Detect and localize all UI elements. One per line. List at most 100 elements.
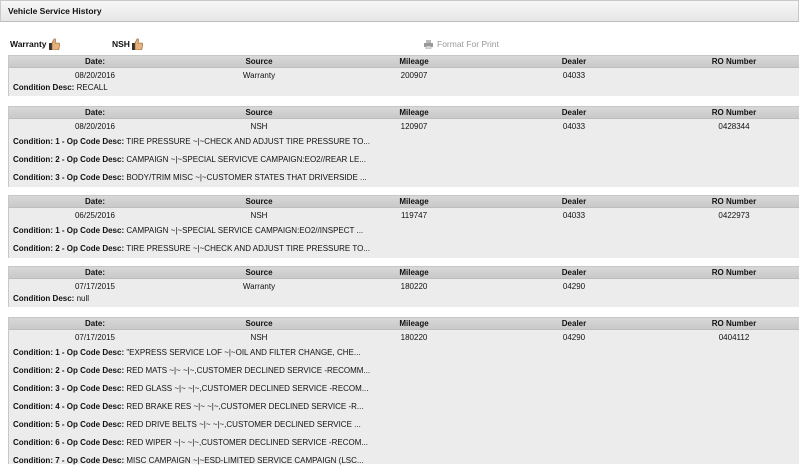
record-ro-number: 0422973 — [718, 211, 750, 220]
condition-row: Condition: 7 - Op Code Desc: MISC CAMPAI… — [9, 453, 799, 471]
condition-row: Condition: 3 - Op Code Desc: BODY/TRIM M… — [9, 170, 799, 188]
thumb-icon — [48, 38, 60, 51]
condition-text: "EXPRESS SERVICE LOF ~|~OIL AND FILTER C… — [126, 348, 361, 357]
header-mileage: Mileage — [399, 196, 429, 206]
header-dealer: Dealer — [561, 267, 587, 277]
header-ro-number: RO Number — [711, 196, 757, 206]
condition-label: Condition: 5 - Op Code Desc: — [13, 420, 125, 429]
condition-text: BODY/TRIM MISC ~|~CUSTOMER STATES THAT D… — [126, 173, 367, 182]
record-dealer: 04033 — [562, 211, 586, 220]
thumb-icon — [131, 38, 143, 51]
legend-nsh-label: NSH — [112, 39, 130, 49]
record-source: NSH — [250, 122, 268, 131]
header-ro-number: RO Number — [711, 267, 757, 277]
condition-text: RED MATS ~|~ ~|~,CUSTOMER DECLINED SERVI… — [126, 366, 371, 375]
condition-row: Condition: 2 - Op Code Desc: RED MATS ~|… — [9, 363, 799, 381]
header-mileage: Mileage — [399, 267, 429, 277]
record-date: 06/25/2016 — [74, 211, 116, 220]
record-mileage: 180220 — [400, 282, 428, 291]
condition-label: Condition: 3 - Op Code Desc: — [13, 173, 125, 182]
condition-row: Condition: 1 - Op Code Desc: "EXPRESS SE… — [9, 345, 799, 363]
condition-row: Condition: 1 - Op Code Desc: TIRE PRESSU… — [9, 134, 799, 152]
header-source: Source — [245, 107, 273, 117]
format-for-print-link[interactable]: Format For Print — [424, 39, 499, 49]
record-date: 08/20/2016 — [74, 71, 116, 80]
record-header: Date: Source Mileage Dealer RO Number — [9, 107, 799, 119]
condition-row: Condition: 2 - Op Code Desc: TIRE PRESSU… — [9, 241, 799, 259]
condition-label: Condition: 3 - Op Code Desc: — [13, 384, 125, 393]
condition-row: Condition: 5 - Op Code Desc: RED DRIVE B… — [9, 417, 799, 435]
legend-warranty-label: Warranty — [10, 39, 47, 49]
condition-label: Condition: 2 - Op Code Desc: — [13, 155, 125, 164]
header-ro-number: RO Number — [711, 107, 757, 117]
condition-text: RED WIPER ~|~ ~|~,CUSTOMER DECLINED SERV… — [126, 438, 369, 447]
condition-label: Condition: 1 - Op Code Desc: — [13, 348, 125, 357]
condition-desc-value: RECALL — [76, 83, 108, 92]
service-record: Date: Source Mileage Dealer RO Number 06… — [8, 195, 799, 258]
condition-row: Condition: 6 - Op Code Desc: RED WIPER ~… — [9, 435, 799, 453]
window-titlebar: Vehicle Service History — [0, 0, 799, 22]
record-mileage: 200907 — [400, 71, 428, 80]
header-source: Source — [245, 267, 273, 277]
record-mileage: 119747 — [400, 211, 428, 220]
record-header: Date: Source Mileage Dealer RO Number — [9, 196, 799, 208]
record-header: Date: Source Mileage Dealer RO Number — [9, 56, 799, 68]
record-source: Warranty — [242, 71, 276, 80]
record-source: NSH — [250, 333, 268, 342]
record-ro-number: 0404112 — [718, 333, 750, 342]
record-ro-number: 0428344 — [718, 122, 750, 131]
header-date: Date: — [84, 107, 105, 117]
condition-text: TIRE PRESSURE ~|~CHECK AND ADJUST TIRE P… — [126, 244, 370, 253]
record-date: 07/17/2015 — [74, 282, 116, 291]
condition-desc-label: Condition Desc: — [13, 83, 75, 92]
legend-warranty: Warranty — [10, 38, 60, 51]
record-dealer: 04033 — [562, 122, 586, 131]
condition-text: CAMPAIGN ~|~SPECIAL SERVICVE CAMPAIGN:EO… — [126, 155, 366, 164]
record-source: NSH — [250, 211, 268, 220]
record-mileage: 180220 — [400, 333, 428, 342]
condition-label: Condition: 6 - Op Code Desc: — [13, 438, 125, 447]
record-summary: 07/17/2015 NSH 180220 04290 0404112 — [9, 330, 799, 345]
header-date: Date: — [84, 196, 105, 206]
record-summary: 07/17/2015 Warranty 180220 04290 — [9, 279, 799, 294]
condition-text: RED BRAKE RES ~|~ ~|~,CUSTOMER DECLINED … — [126, 402, 364, 411]
condition-row: Condition: 1 - Op Code Desc: CAMPAIGN ~|… — [9, 223, 799, 241]
record-source: Warranty — [242, 282, 276, 291]
record-dealer: 04290 — [562, 282, 586, 291]
condition-label: Condition: 4 - Op Code Desc: — [13, 402, 125, 411]
record-summary: 08/20/2016 NSH 120907 04033 0428344 — [9, 119, 799, 134]
format-for-print-label: Format For Print — [437, 39, 499, 49]
record-dealer: 04290 — [562, 333, 586, 342]
condition-text: CAMPAIGN ~|~SPECIAL SERVICE CAMPAIGN:EO2… — [126, 226, 364, 235]
condition-row: Condition: 3 - Op Code Desc: RED GLASS ~… — [9, 381, 799, 399]
record-summary: 08/20/2016 Warranty 200907 04033 — [9, 68, 799, 83]
header-dealer: Dealer — [561, 318, 587, 328]
condition-desc-label: Condition Desc: — [13, 294, 75, 303]
service-record: Date: Source Mileage Dealer RO Number 07… — [8, 266, 799, 307]
printer-icon — [424, 39, 433, 49]
record-date: 08/20/2016 — [74, 122, 116, 131]
condition-desc-value: null — [76, 294, 90, 303]
header-source: Source — [245, 56, 273, 66]
header-mileage: Mileage — [399, 107, 429, 117]
service-record: Date: Source Mileage Dealer RO Number 08… — [8, 106, 799, 187]
condition-row: Condition: 4 - Op Code Desc: RED BRAKE R… — [9, 399, 799, 417]
header-date: Date: — [84, 318, 105, 328]
condition-text: MISC CAMPAIGN ~|~ESD-LIMITED SERVICE CAM… — [126, 456, 364, 465]
header-date: Date: — [84, 56, 105, 66]
condition-label: Condition: 1 - Op Code Desc: — [13, 137, 125, 146]
header-date: Date: — [84, 267, 105, 277]
condition-desc-row: Condition Desc: RECALL — [9, 83, 799, 95]
header-ro-number: RO Number — [711, 56, 757, 66]
service-record: Date: Source Mileage Dealer RO Number 08… — [8, 55, 799, 96]
header-dealer: Dealer — [561, 107, 587, 117]
condition-text: RED GLASS ~|~ ~|~,CUSTOMER DECLINED SERV… — [126, 384, 369, 393]
condition-label: Condition: 7 - Op Code Desc: — [13, 456, 125, 465]
condition-text: TIRE PRESSURE ~|~CHECK AND ADJUST TIRE P… — [126, 137, 370, 146]
condition-desc-row: Condition Desc: null — [9, 294, 799, 306]
condition-label: Condition: 2 - Op Code Desc: — [13, 244, 125, 253]
record-mileage: 120907 — [400, 122, 428, 131]
condition-row: Condition: 2 - Op Code Desc: CAMPAIGN ~|… — [9, 152, 799, 170]
header-source: Source — [245, 318, 273, 328]
legend-nsh: NSH — [112, 38, 143, 51]
